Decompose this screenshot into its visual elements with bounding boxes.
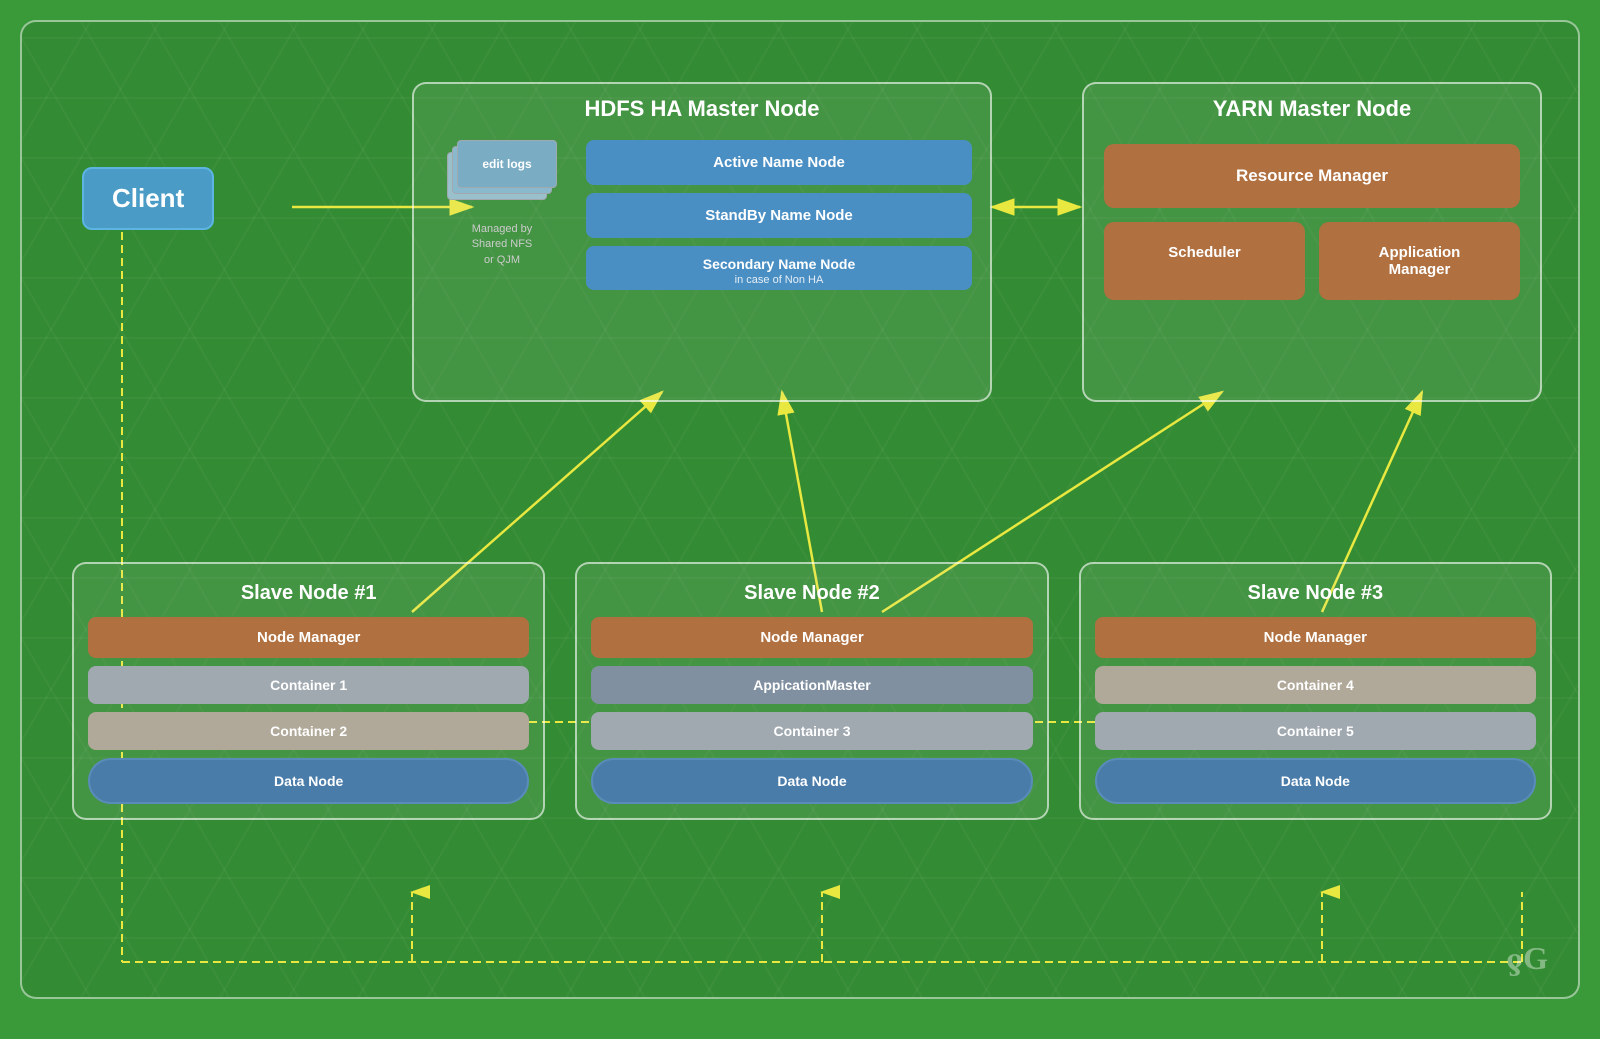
- edit-log-card-top: edit logs: [457, 140, 557, 188]
- slave2-data-node: Data Node: [591, 758, 1032, 804]
- managed-label: Managed byShared NFSor QJM: [472, 222, 533, 268]
- hdfs-master-title: HDFS HA Master Node: [414, 84, 990, 130]
- standby-name-node-btn: StandBy Name Node: [586, 193, 972, 238]
- active-name-node-btn: Active Name Node: [586, 140, 972, 185]
- client-label: Client: [112, 183, 184, 213]
- secondary-name-node-btn: Secondary Name Node in case of Non HA: [586, 246, 972, 290]
- slave-node-1-title: Slave Node #1: [88, 574, 529, 617]
- slave3-container5: Container 5: [1095, 712, 1536, 750]
- yarn-bottom-row: Scheduler ApplicationManager: [1104, 222, 1520, 300]
- main-diagram-container: Client HDFS HA Master Node edit logs Man…: [20, 20, 1580, 999]
- edit-logs-area: edit logs Managed byShared NFSor QJM: [432, 140, 572, 268]
- slave3-node-manager: Node Manager: [1095, 617, 1536, 658]
- slave1-node-manager: Node Manager: [88, 617, 529, 658]
- slave3-container4: Container 4: [1095, 666, 1536, 704]
- slave-node-1: Slave Node #1 Node Manager Container 1 C…: [72, 562, 545, 820]
- yarn-master-node: YARN Master Node Resource Manager Schedu…: [1082, 82, 1542, 402]
- scheduler-btn: Scheduler: [1104, 222, 1305, 300]
- slave1-container1: Container 1: [88, 666, 529, 704]
- slave-node-2: Slave Node #2 Node Manager AppicationMas…: [575, 562, 1048, 820]
- slave-node-3-title: Slave Node #3: [1095, 574, 1536, 617]
- slave1-data-node: Data Node: [88, 758, 529, 804]
- slave1-container2: Container 2: [88, 712, 529, 750]
- logo: ƍG: [1507, 940, 1549, 977]
- name-nodes-column: Active Name Node StandBy Name Node Secon…: [586, 140, 972, 290]
- slave-node-2-title: Slave Node #2: [591, 574, 1032, 617]
- slave2-app-master: AppicationMaster: [591, 666, 1032, 704]
- yarn-master-title: YARN Master Node: [1084, 84, 1540, 130]
- edit-logs-stack: edit logs: [447, 140, 557, 200]
- slave-node-3: Slave Node #3 Node Manager Container 4 C…: [1079, 562, 1552, 820]
- application-manager-btn: ApplicationManager: [1319, 222, 1520, 300]
- resource-manager-btn: Resource Manager: [1104, 144, 1520, 208]
- slave3-data-node: Data Node: [1095, 758, 1536, 804]
- client-box: Client: [82, 167, 214, 230]
- slave-nodes-row: Slave Node #1 Node Manager Container 1 C…: [72, 562, 1552, 820]
- hdfs-master-node: HDFS HA Master Node edit logs Managed by…: [412, 82, 992, 402]
- slave2-node-manager: Node Manager: [591, 617, 1032, 658]
- slave2-container3: Container 3: [591, 712, 1032, 750]
